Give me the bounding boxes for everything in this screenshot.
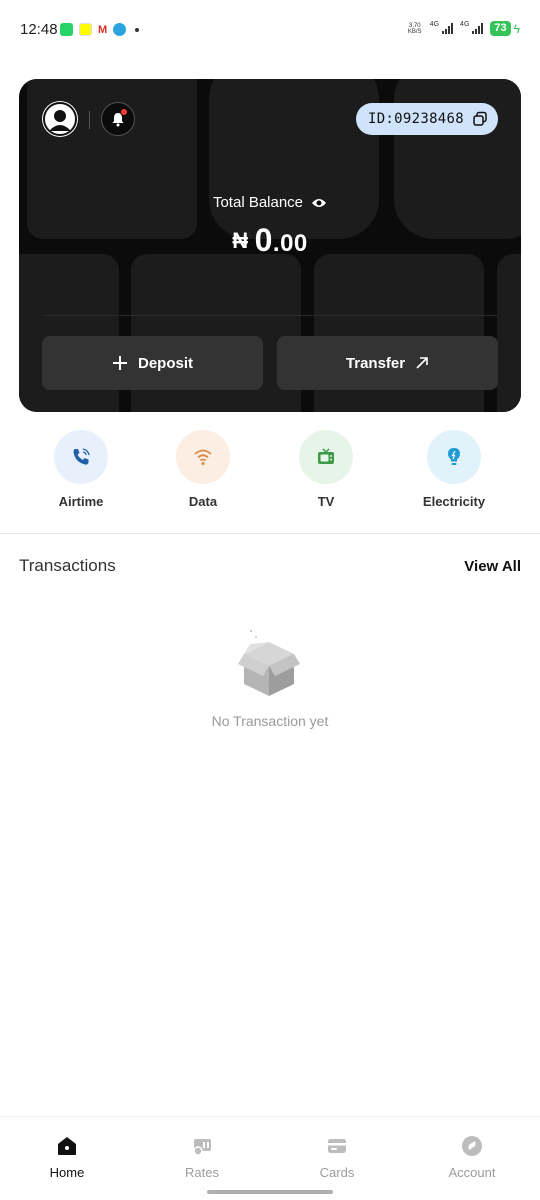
- airtime-icon-circle: [54, 430, 108, 484]
- user-avatar-icon: [43, 102, 77, 136]
- total-balance-label: Total Balance: [212, 194, 304, 211]
- card-divider: [42, 315, 498, 316]
- balance-card: ID: 09238468 Total Balance ₦ 0.00 Deposit: [19, 79, 521, 412]
- section-divider: [0, 533, 540, 534]
- account-id-pill[interactable]: ID: 09238468: [355, 103, 498, 135]
- view-all-link[interactable]: View All: [464, 558, 521, 575]
- net-speed-value: 3.70: [408, 22, 421, 29]
- empty-box-icon: [238, 630, 300, 696]
- network-type-1: 4G: [429, 21, 440, 28]
- nav-account-label: Account: [448, 1165, 496, 1180]
- nav-home-label: Home: [49, 1165, 85, 1180]
- status-time: 12:48: [20, 21, 58, 38]
- notification-app-icons: M: [60, 23, 140, 36]
- nav-account[interactable]: Account: [422, 1135, 522, 1180]
- data-icon-circle: [176, 430, 230, 484]
- total-balance-row: Total Balance: [19, 194, 521, 211]
- rates-icon: [193, 1139, 211, 1156]
- home-icon: [58, 1137, 76, 1155]
- tv-icon-circle: [299, 430, 353, 484]
- electricity-icon-circle: [427, 430, 481, 484]
- electricity-action[interactable]: Electricity: [399, 430, 509, 509]
- phone-icon: [73, 448, 90, 465]
- deposit-label: Deposit: [137, 354, 193, 372]
- battery-level: 73: [490, 21, 511, 36]
- data-label: Data: [188, 494, 218, 509]
- nav-cards-label: Cards: [319, 1165, 355, 1180]
- empty-transactions-message: No Transaction yet: [211, 713, 329, 729]
- status-right: 3.70 KB/S 4G 4G 73 ϟ: [407, 21, 520, 36]
- notifications-button[interactable]: [101, 102, 135, 136]
- nav-rates-label: Rates: [185, 1165, 219, 1180]
- electricity-label: Electricity: [422, 494, 486, 509]
- account-id-value: 09238468: [394, 111, 464, 127]
- tv-label: TV: [317, 494, 335, 509]
- bottom-navigation: Home Rates Cards Account: [0, 1116, 540, 1200]
- airtime-label: Airtime: [58, 494, 104, 509]
- deposit-button[interactable]: Deposit: [42, 336, 263, 390]
- snapchat-icon: [79, 23, 92, 36]
- card-icon: [328, 1139, 346, 1153]
- wallet-home-screen: 12:48 M 3.70 KB/S 4G 4G 73 ϟ ID: 0923846…: [0, 0, 540, 1200]
- currency-symbol: ₦: [232, 228, 249, 253]
- account-id-prefix: ID:: [367, 111, 395, 127]
- avatar[interactable]: [42, 101, 78, 137]
- transactions-title: Transactions: [19, 556, 116, 575]
- nav-cards[interactable]: Cards: [287, 1135, 387, 1180]
- charging-icon: ϟ: [513, 21, 520, 36]
- home-indicator[interactable]: [207, 1190, 333, 1194]
- signal-icon: [442, 23, 454, 34]
- whatsapp-icon: [60, 23, 73, 36]
- bulb-icon: [448, 448, 460, 465]
- network-type-2: 4G: [460, 21, 470, 28]
- transfer-label: Transfer: [345, 354, 406, 372]
- nav-rates[interactable]: Rates: [152, 1135, 252, 1180]
- tv-action[interactable]: TV: [271, 430, 381, 509]
- signal-icon-2: [472, 23, 484, 34]
- eye-icon[interactable]: [311, 197, 327, 209]
- plus-icon: [112, 356, 127, 370]
- status-bar: 12:48 M 3.70 KB/S 4G 4G 73 ϟ: [0, 0, 540, 60]
- transfer-button[interactable]: Transfer: [277, 336, 498, 390]
- quick-actions: Airtime Data TV Electricity: [0, 430, 540, 520]
- telegram-icon: [113, 23, 127, 36]
- net-speed-unit: KB/S: [407, 28, 422, 35]
- account-icon: [462, 1136, 482, 1156]
- balance-decimal: .00: [272, 230, 308, 257]
- more-notifications-dot: [135, 27, 140, 32]
- airtime-action[interactable]: Airtime: [26, 430, 136, 509]
- gmail-icon: M: [98, 23, 108, 36]
- tv-icon: [318, 448, 334, 464]
- balance-amount: ₦ 0.00: [19, 222, 521, 259]
- network-speed: 3.70 KB/S: [407, 23, 423, 35]
- data-action[interactable]: Data: [148, 430, 258, 509]
- header-divider: [89, 111, 90, 129]
- notification-badge: [121, 109, 127, 115]
- wifi-icon: [194, 449, 212, 465]
- arrow-up-right-icon: [416, 357, 428, 369]
- nav-home[interactable]: Home: [17, 1135, 117, 1180]
- balance-whole: 0: [254, 222, 273, 258]
- account-id: ID: 09238468: [368, 111, 464, 127]
- copy-icon[interactable]: [472, 111, 488, 127]
